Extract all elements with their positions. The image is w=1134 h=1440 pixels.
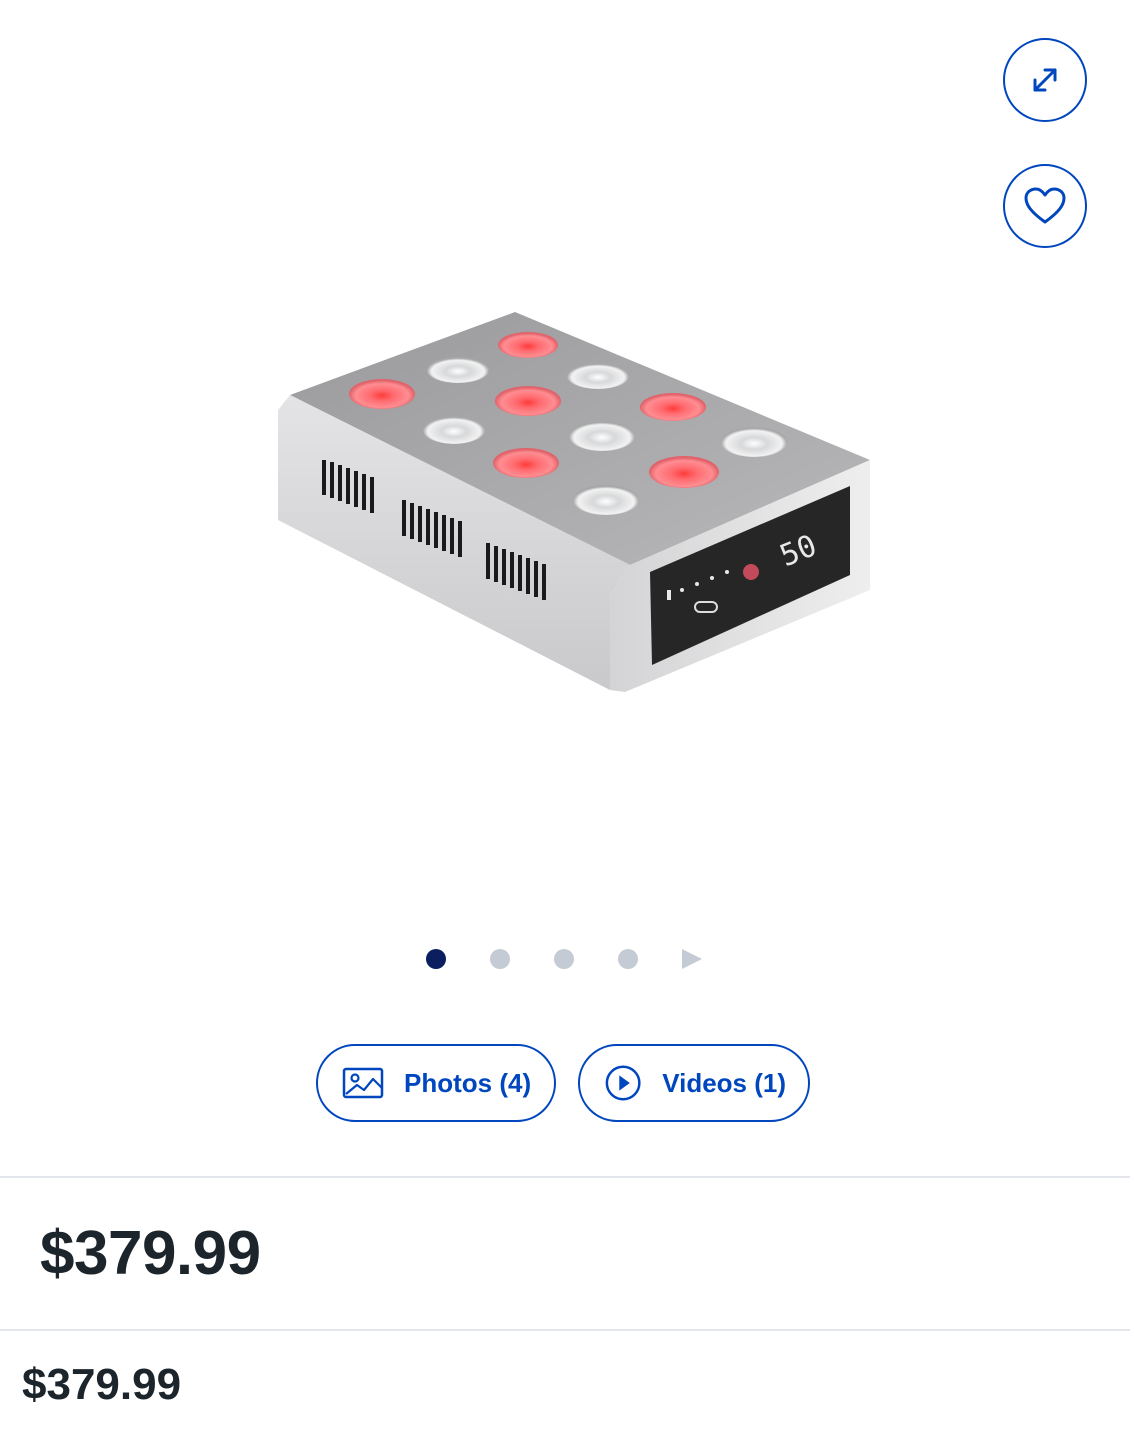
videos-button-label: Videos (1)	[662, 1067, 786, 1098]
section-divider	[0, 1329, 1130, 1331]
product-page: 50 Photos (4) Videos (1) $379.99 $379.99	[0, 0, 1134, 1440]
carousel-dot-3[interactable]	[554, 949, 574, 969]
product-image[interactable]: 50	[270, 300, 890, 710]
photos-button[interactable]: Photos (4)	[316, 1044, 556, 1122]
expand-arrows-icon	[1033, 68, 1057, 92]
favorite-button[interactable]	[1003, 164, 1087, 248]
product-price: $379.99	[40, 1219, 261, 1288]
play-triangle-icon[interactable]	[682, 949, 702, 969]
image-icon	[342, 1067, 384, 1099]
secondary-price: $379.99	[22, 1360, 182, 1409]
media-buttons: Photos (4) Videos (1)	[316, 1044, 810, 1122]
videos-button[interactable]: Videos (1)	[578, 1044, 810, 1122]
carousel-dot-4[interactable]	[618, 949, 638, 969]
carousel-dot-1[interactable]	[426, 949, 446, 969]
expand-button[interactable]	[1003, 38, 1087, 122]
heart-icon	[1024, 187, 1066, 224]
play-circle-icon	[605, 1065, 641, 1101]
image-carousel-pager	[426, 947, 702, 971]
section-divider	[0, 1176, 1130, 1178]
carousel-dot-2[interactable]	[490, 949, 510, 969]
photos-button-label: Photos (4)	[404, 1067, 532, 1098]
